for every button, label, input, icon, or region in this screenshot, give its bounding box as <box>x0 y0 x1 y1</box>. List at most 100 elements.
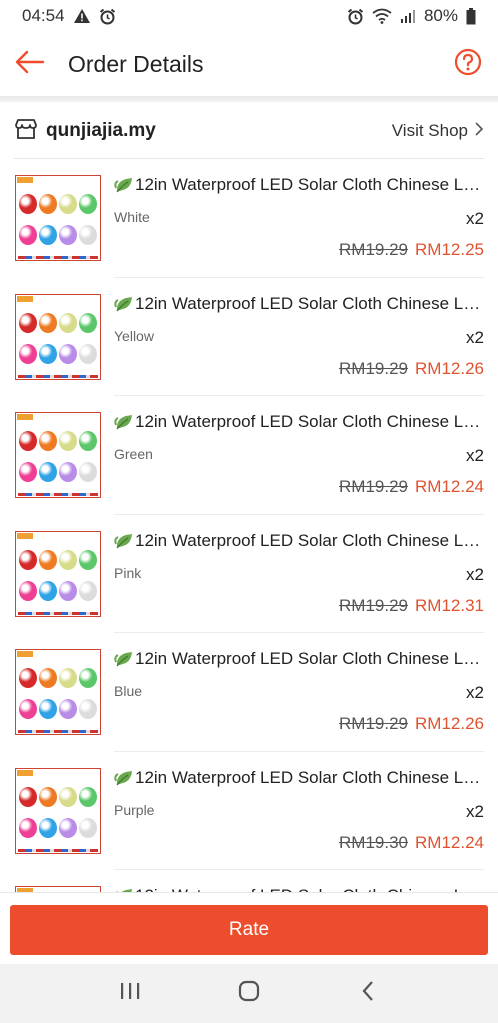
item-discounted-price: RM12.26 <box>415 714 484 733</box>
recent-apps-button[interactable] <box>100 969 160 1019</box>
order-item[interactable]: 12in Waterproof LED Solar Cloth Chinese … <box>0 396 498 515</box>
product-thumbnail[interactable] <box>15 767 101 854</box>
lantern-swatch <box>79 699 97 719</box>
thumbnail-strip <box>18 848 98 852</box>
lantern-swatch <box>19 225 37 245</box>
header-shadow <box>0 96 498 102</box>
order-items-list[interactable]: 12in Waterproof LED Solar Cloth Chinese … <box>0 159 498 892</box>
back-button[interactable] <box>0 32 60 96</box>
lantern-swatch <box>39 225 57 245</box>
item-quantity: x2 <box>466 446 484 465</box>
item-price-row: RM19.29 RM12.31 <box>339 596 484 616</box>
recent-apps-icon <box>119 981 141 1006</box>
order-item[interactable]: 12in Waterproof LED Solar Cloth Chinese … <box>0 278 498 396</box>
thumbnail-grid <box>19 312 99 364</box>
home-button[interactable] <box>219 969 279 1019</box>
order-item[interactable]: 12in Waterproof LED Solar Cloth Chinese … <box>0 752 498 870</box>
product-thumbnail[interactable] <box>15 412 101 498</box>
lantern-swatch <box>59 549 77 570</box>
item-title[interactable]: 12in Waterproof LED Solar Cloth Chinese … <box>114 531 484 551</box>
lantern-swatch <box>59 343 77 364</box>
item-title[interactable]: 12in Waterproof LED Solar Cloth Chinese … <box>114 294 484 314</box>
item-variant: Yellow <box>114 327 154 344</box>
lantern-swatch <box>39 699 57 719</box>
order-item[interactable]: 12in Waterproof LED Solar Cloth Chinese … <box>0 515 498 633</box>
item-title-text: 12in Waterproof LED Solar Cloth Chinese … <box>135 175 484 194</box>
item-quantity: x2 <box>466 209 484 228</box>
lantern-swatch <box>19 312 37 333</box>
home-icon <box>238 980 260 1007</box>
item-title-text: 12in Waterproof LED Solar Cloth Chinese … <box>135 530 484 550</box>
item-original-price: RM19.29 <box>339 477 409 496</box>
lantern-swatch <box>79 225 97 245</box>
lantern-swatch <box>19 699 37 719</box>
lantern-swatch <box>19 431 37 451</box>
order-item[interactable]: 12in Waterproof LED Solar Cloth Chinese … <box>0 633 498 752</box>
lantern-swatch <box>59 817 77 838</box>
product-thumbnail[interactable] <box>15 293 101 380</box>
lantern-swatch <box>39 668 57 688</box>
alarm-icon <box>99 8 116 25</box>
help-button[interactable] <box>438 32 498 96</box>
visit-shop-link[interactable]: Visit Shop <box>392 121 484 142</box>
app-header: Order Details <box>0 32 498 96</box>
item-variant: Blue <box>114 683 143 699</box>
lantern-swatch <box>79 312 97 333</box>
thumbnail-tag <box>17 295 33 302</box>
lantern-swatch <box>59 431 77 451</box>
lantern-swatch <box>19 549 37 570</box>
order-item[interactable]: 12in Waterproof LED Solar Cloth Chinese … <box>0 870 498 892</box>
lantern-swatch <box>39 194 57 214</box>
lantern-swatch <box>59 580 77 601</box>
item-variant: Purple <box>114 801 155 818</box>
item-title[interactable]: 12in Waterproof LED Solar Cloth Chinese … <box>114 412 484 432</box>
order-item[interactable]: 12in Waterproof LED Solar Cloth Chinese … <box>0 159 498 278</box>
item-original-price: RM19.29 <box>339 595 409 615</box>
lantern-swatch <box>39 343 57 364</box>
item-original-price: RM19.30 <box>339 832 409 852</box>
lantern-swatch <box>59 225 77 245</box>
item-discounted-price: RM12.31 <box>415 595 484 615</box>
item-variant: White <box>114 209 150 225</box>
item-discounted-price: RM12.24 <box>415 477 484 496</box>
shop-name[interactable]: qunjiajia.my <box>46 120 392 142</box>
item-quantity: x2 <box>466 683 484 702</box>
leaf-icon <box>114 532 134 550</box>
thumbnail-grid <box>19 194 99 245</box>
battery-percent: 80% <box>423 6 458 25</box>
lantern-swatch <box>59 312 77 333</box>
item-variant: Green <box>114 446 153 462</box>
leaf-icon <box>114 295 134 313</box>
item-title[interactable]: 12in Waterproof LED Solar Cloth Chinese … <box>114 768 484 788</box>
item-quantity: x2 <box>466 801 484 821</box>
lantern-swatch <box>79 786 97 807</box>
lantern-swatch <box>19 580 37 601</box>
arrow-left-icon <box>15 50 45 79</box>
item-price-row: RM19.29 RM12.26 <box>339 359 484 379</box>
thumbnail-grid <box>19 431 99 482</box>
item-discounted-price: RM12.25 <box>415 240 484 259</box>
shop-row[interactable]: qunjiajia.my Visit Shop <box>0 104 498 158</box>
lantern-swatch <box>79 343 97 364</box>
status-bar: 04:54 80% <box>0 0 498 32</box>
product-thumbnail[interactable] <box>15 530 101 617</box>
lantern-swatch <box>59 194 77 214</box>
item-original-price: RM19.29 <box>339 358 409 378</box>
lantern-swatch <box>19 343 37 364</box>
product-thumbnail[interactable] <box>15 175 101 261</box>
status-time: 04:54 <box>22 6 65 25</box>
thumbnail-grid <box>19 786 99 838</box>
item-title-text: 12in Waterproof LED Solar Cloth Chinese … <box>135 649 484 668</box>
lantern-swatch <box>39 431 57 451</box>
lantern-swatch <box>79 194 97 214</box>
wifi-icon <box>372 8 392 24</box>
item-discounted-price: RM12.24 <box>415 832 484 852</box>
product-thumbnail[interactable] <box>15 649 101 735</box>
system-back-button[interactable] <box>338 969 398 1019</box>
item-title[interactable]: 12in Waterproof LED Solar Cloth Chinese … <box>114 175 484 195</box>
lantern-swatch <box>79 462 97 482</box>
item-title[interactable]: 12in Waterproof LED Solar Cloth Chinese … <box>114 649 484 669</box>
visit-shop-label: Visit Shop <box>391 121 468 140</box>
rate-button[interactable]: Rate <box>10 905 488 955</box>
lantern-swatch <box>19 668 37 688</box>
